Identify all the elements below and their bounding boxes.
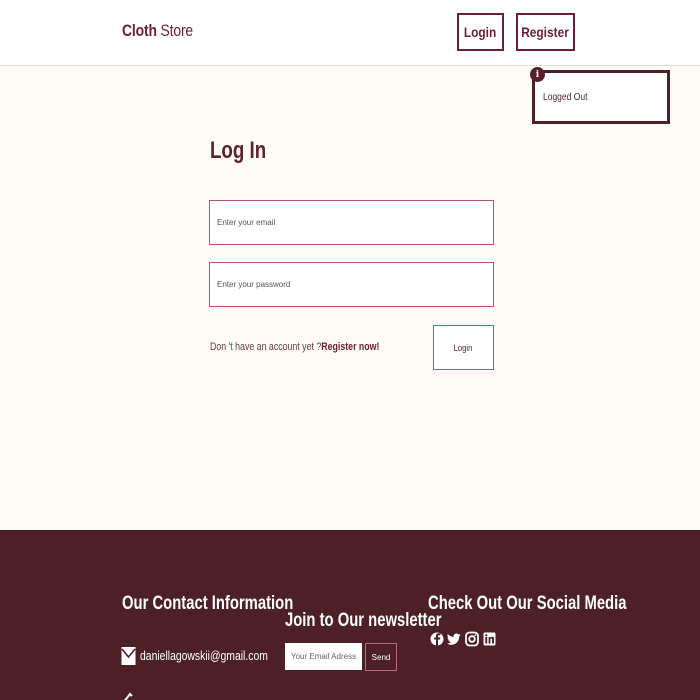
nav-login-button[interactable]: Login: [457, 13, 504, 51]
logout-toast: i Logged Out: [530, 67, 670, 124]
top-navbar: Cloth Store Login Register: [0, 0, 700, 66]
register-prompt-text: Don 't have an account yet ?: [210, 341, 322, 353]
info-icon: i: [530, 67, 545, 82]
instagram-icon[interactable]: [465, 628, 479, 650]
register-prompt: Don 't have an account yet ?Register now…: [210, 341, 379, 353]
newsletter-email-input[interactable]: [285, 643, 362, 670]
nav-register-button[interactable]: Register: [516, 13, 575, 51]
phone-icon: [121, 690, 137, 700]
password-field[interactable]: [209, 262, 494, 307]
brand-logo[interactable]: Cloth Store: [122, 21, 193, 41]
nav-login-label: Login: [464, 24, 497, 40]
contact-heading: Our Contact Information: [122, 593, 294, 614]
newsletter-heading: Join to Our newsletter: [285, 610, 442, 631]
toast-message: Logged Out: [543, 92, 588, 103]
register-now-link[interactable]: Register now!: [321, 341, 379, 353]
login-submit-label: Login: [454, 342, 473, 353]
facebook-icon[interactable]: [430, 628, 444, 650]
brand-name-bold: Cloth: [122, 21, 157, 40]
social-heading: Check Out Our Social Media: [428, 593, 627, 614]
nav-register-label: Register: [521, 24, 570, 40]
footer: Our Contact Information Join to Our news…: [0, 530, 700, 700]
contact-email-row: daniellagowskii@gmail.com: [121, 645, 300, 665]
email-field[interactable]: [209, 200, 494, 245]
newsletter-send-button[interactable]: Send: [365, 643, 397, 671]
linkedin-icon[interactable]: [482, 628, 496, 650]
envelope-icon: [121, 645, 136, 665]
twitter-icon[interactable]: [447, 628, 461, 650]
login-submit-button[interactable]: Login: [433, 325, 494, 370]
contact-email[interactable]: daniellagowskii@gmail.com: [140, 648, 268, 663]
page-title: Log In: [210, 137, 267, 164]
brand-name-light: Store: [160, 21, 194, 40]
